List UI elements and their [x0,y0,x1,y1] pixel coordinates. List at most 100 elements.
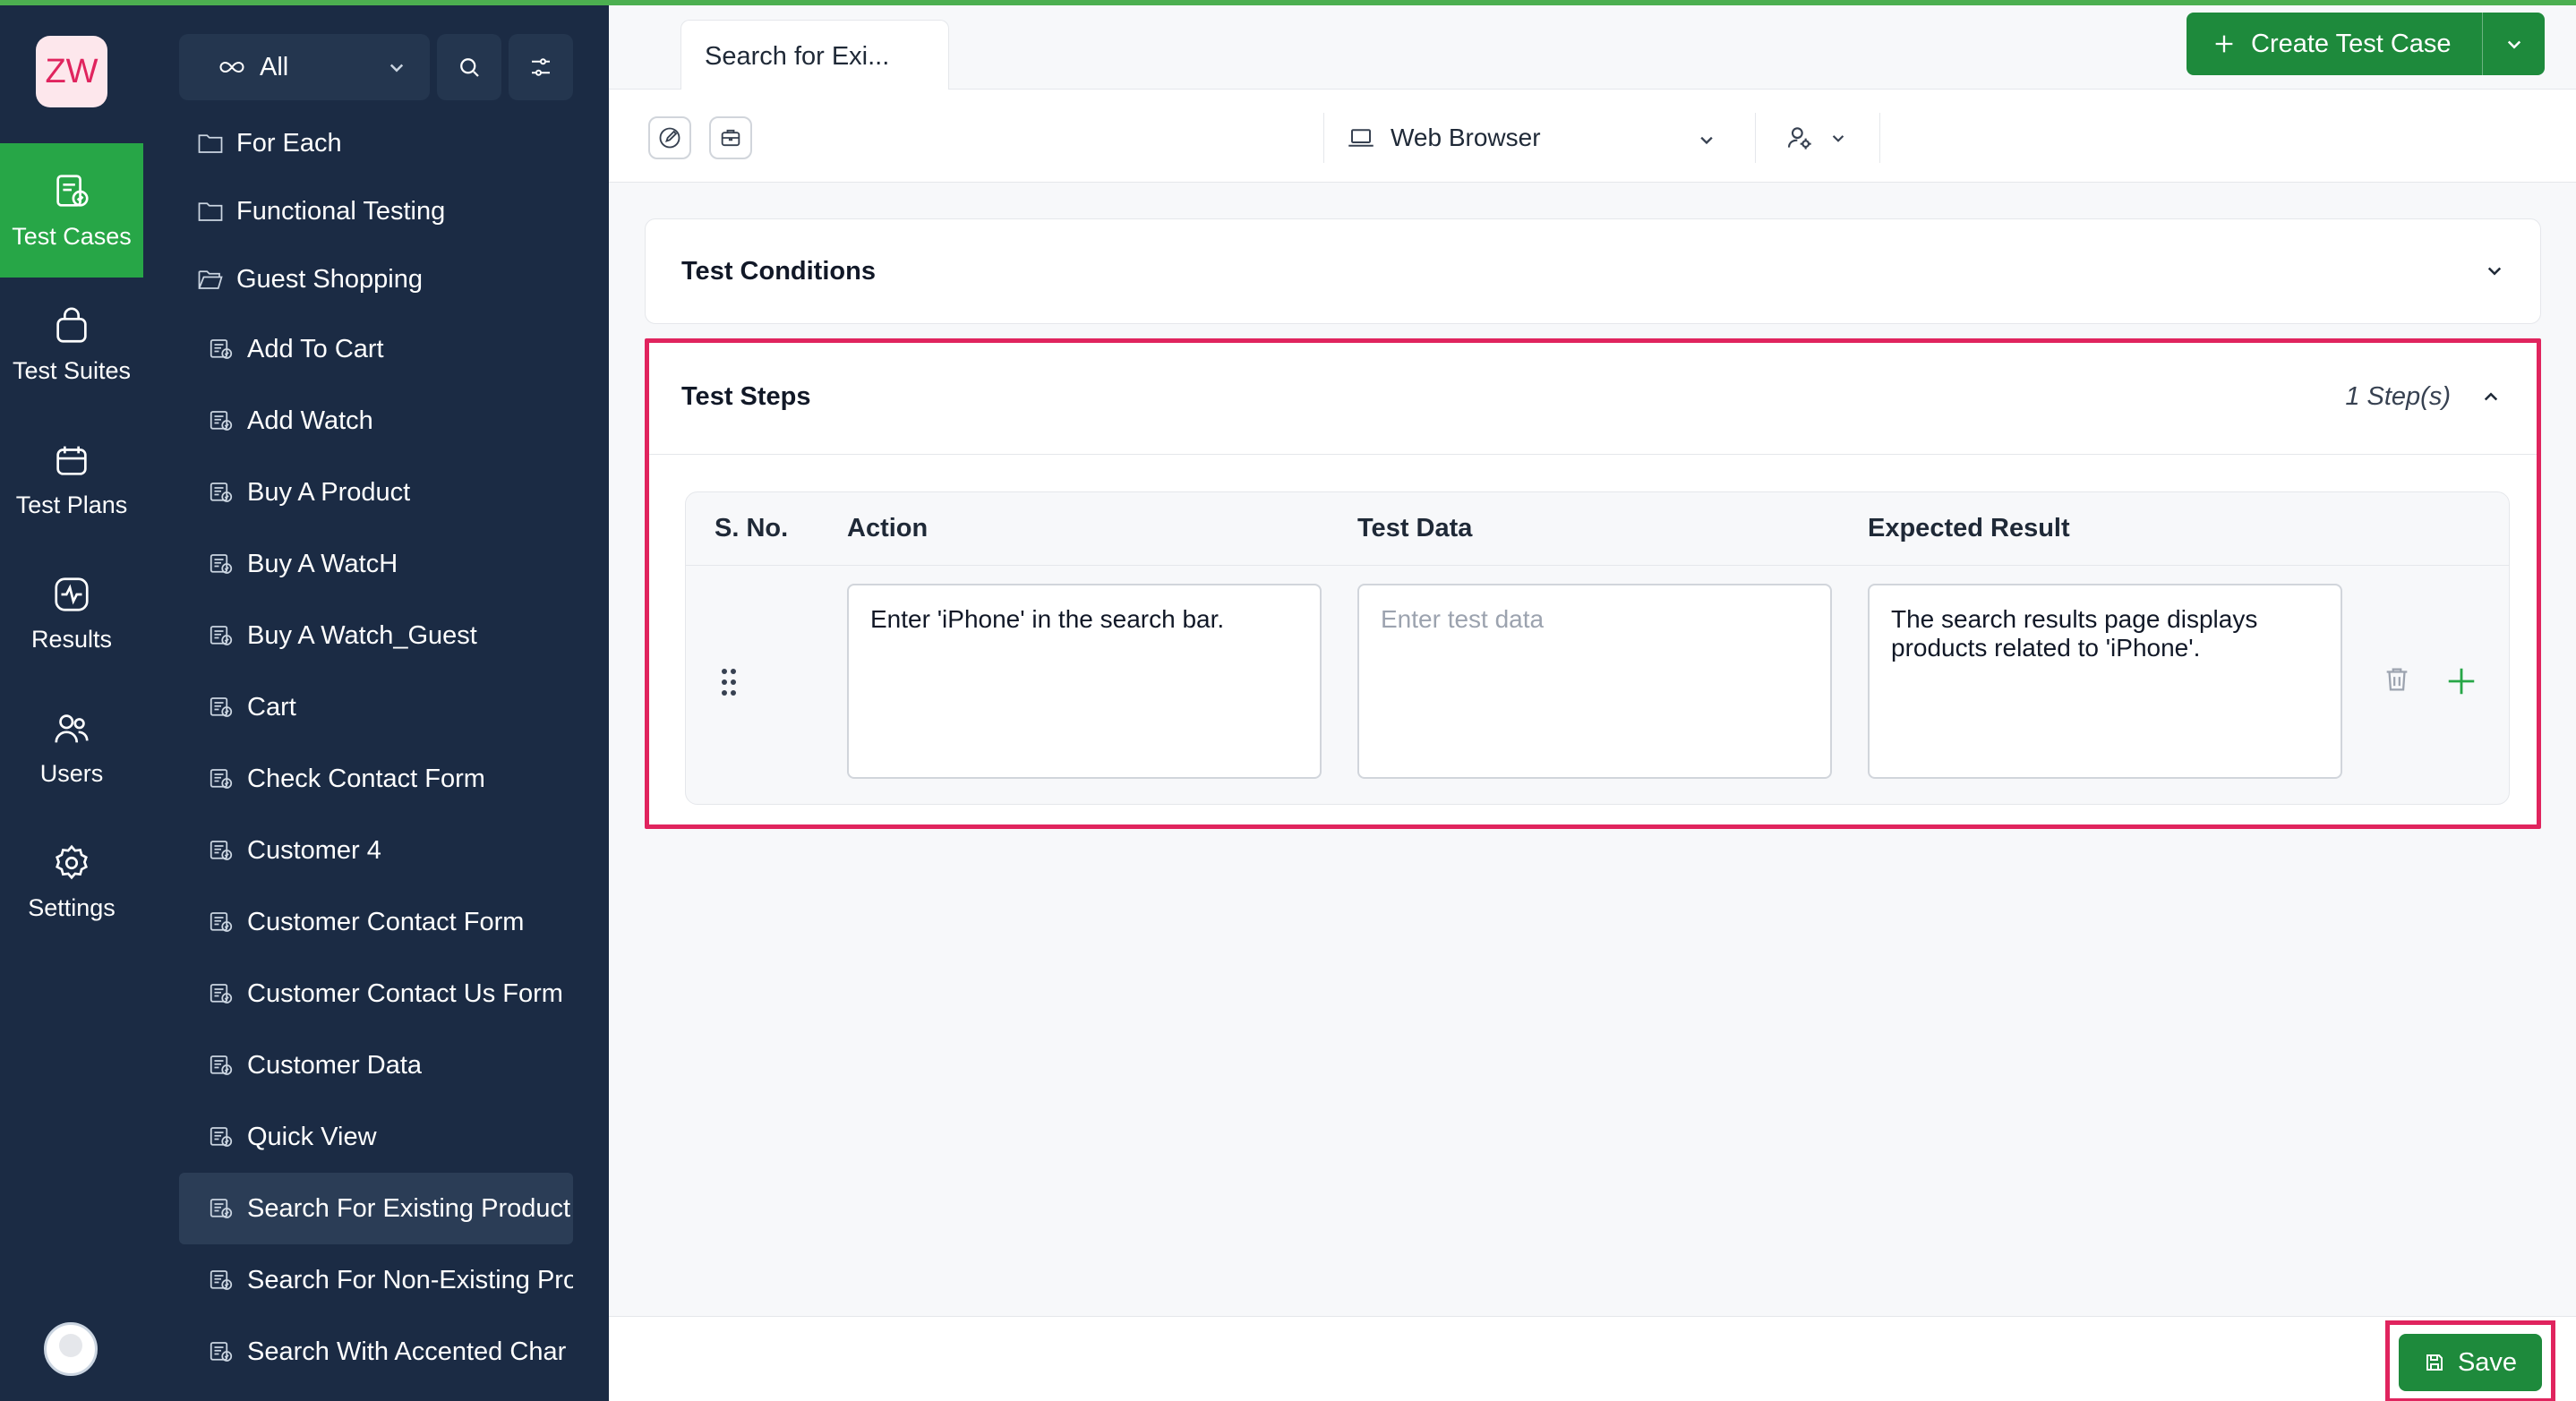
user-settings-icon [1787,127,1811,149]
step-test-data-input[interactable]: Enter test data [1357,584,1832,779]
test-case-icon [210,697,233,717]
plus-icon [2215,35,2233,53]
tree-test-case[interactable]: Search For Existing Product [179,1173,573,1244]
test-steps-title: Test Steps [681,382,811,411]
rail-item-label: Results [30,625,113,653]
tree-test-case-label: Search For Existing Product [247,1193,571,1223]
tree-filter-bar: All [179,34,573,100]
filter-select[interactable]: All [179,34,430,100]
folder-icon [198,134,223,153]
test-steps-section: Test Steps 1 Step(s) S. No. Action Test … [645,338,2541,829]
test-case-icon [210,1055,233,1075]
tree-test-case[interactable]: Search With Accented Char [179,1316,573,1388]
nav-rail: ZW Test Cases Test Suites Test Plans Res… [0,0,143,1401]
tree-test-case-label: Customer Contact Form [247,907,525,936]
tree-test-case[interactable]: Cart [179,671,573,743]
save-highlight: Save [2385,1320,2555,1401]
rail-item-results[interactable]: Results [0,546,143,680]
create-test-case-button[interactable]: Create Test Case [2187,13,2545,75]
test-plans-icon [56,446,87,475]
rail-item-label: Test Plans [15,491,128,518]
tree-test-case[interactable]: Buy A Watch_Guest [179,600,573,671]
chevron-up-icon[interactable] [2478,384,2504,411]
tab-current-test-case[interactable]: Search for Exi... [680,20,949,90]
tree-filter-button[interactable] [509,34,573,100]
chevron-down-icon [2507,40,2520,49]
assignee-select[interactable] [1755,113,1880,163]
tree-folder[interactable]: Functional Testing [179,177,573,245]
tree-test-case-label: Customer Data [247,1050,423,1080]
test-case-icon [210,984,233,1004]
create-options-dropdown[interactable] [2482,13,2545,75]
tree-test-case-label: Buy A WatcH [247,549,398,578]
gear-icon [56,844,88,879]
tree-test-case-label: Check Contact Form [247,764,485,793]
rail-item-settings[interactable]: Settings [0,815,143,949]
tree-test-cases: Add To Cart Add Watch Buy A Product Buy A W… [179,313,573,1388]
tree-test-case[interactable]: Buy A WatcH [179,528,573,600]
rail-item-test-cases[interactable]: Test Cases [0,143,143,278]
test-case-icon [210,339,233,359]
briefcase-icon [721,129,740,147]
main-content: Search for Exi... Create Test Case Web B… [609,5,2576,1401]
tree-test-case[interactable]: Customer 4 [179,815,573,886]
tree-test-case[interactable]: Customer Data [179,1029,573,1101]
tree-list: For Each Functional Testing Guest Shoppi… [179,109,573,1388]
column-header-expected: Expected Result [1868,514,2070,542]
test-case-icon [210,554,233,574]
column-header-test-data: Test Data [1357,514,1473,542]
rail-item-test-suites[interactable]: Test Suites [0,278,143,412]
test-case-icon [210,912,233,932]
test-case-icon [210,1127,233,1147]
test-conditions-section[interactable]: Test Conditions [645,218,2541,324]
tree-folder-open[interactable]: Guest Shopping [179,245,573,313]
tree-test-case-label: Customer 4 [247,835,381,865]
tree-test-case-label: Search For Non-Existing Pro [247,1265,573,1294]
filter-select-label: All [260,52,289,81]
tree-search-button[interactable] [437,34,501,100]
tree-test-case-label: Cart [247,692,296,722]
step-expected-result-input[interactable]: The search results page displays product… [1868,584,2342,779]
save-button[interactable]: Save [2399,1334,2542,1391]
rail-item-label: Test Suites [12,356,132,384]
chevron-down-icon[interactable] [2481,257,2508,284]
platform-select[interactable]: Web Browser [1323,113,1744,163]
add-step-icon[interactable] [2444,664,2478,698]
users-icon [55,713,89,742]
tree-test-case-label: Buy A Watch_Guest [247,620,477,650]
tree-test-case[interactable]: Buy A Product [179,457,573,528]
tree-test-case[interactable]: Search For Non-Existing Pro [179,1244,573,1316]
test-case-icon [210,769,233,789]
tree-folder-label: For Each [236,128,342,158]
rail-item-users[interactable]: Users [0,680,143,815]
tree-test-case-label: Buy A Product [247,477,411,507]
tree-test-case[interactable]: Add Watch [179,385,573,457]
tree-test-case[interactable]: Customer Contact Us Form [179,958,573,1029]
tree-test-case[interactable]: Add To Cart [179,313,573,385]
step-action-input[interactable]: Enter 'iPhone' in the search bar. [847,584,1322,779]
chevron-down-icon [1832,135,1844,142]
test-case-icon [210,1342,233,1362]
search-icon [460,58,479,77]
drag-handle-icon[interactable] [720,668,738,696]
folder-open-icon [198,270,223,289]
rail-item-test-plans[interactable]: Test Plans [0,412,143,546]
tree-test-case[interactable]: Check Contact Form [179,743,573,815]
tree-test-case-label: Quick View [247,1122,377,1151]
tree-test-case-label: Add To Cart [247,334,384,363]
step-count: 1 Step(s) [2345,382,2451,411]
avatar[interactable] [44,1322,98,1376]
tree-test-case[interactable]: Customer Contact Form [179,886,573,958]
edit-icon [659,127,680,149]
edit-button[interactable] [648,116,691,159]
tree-folder[interactable]: For Each [179,109,573,177]
tree-folder-label: Functional Testing [236,196,446,226]
test-case-icon [210,841,233,860]
trash-icon[interactable] [2382,664,2412,695]
tree-test-case[interactable]: Quick View [179,1101,573,1173]
app-logo: ZW [36,36,107,107]
suite-button[interactable] [709,116,752,159]
tree-folder-label: Guest Shopping [236,264,423,294]
footer-bar: Save [609,1316,2576,1401]
tree-test-case-label: Customer Contact Us Form [247,978,563,1008]
